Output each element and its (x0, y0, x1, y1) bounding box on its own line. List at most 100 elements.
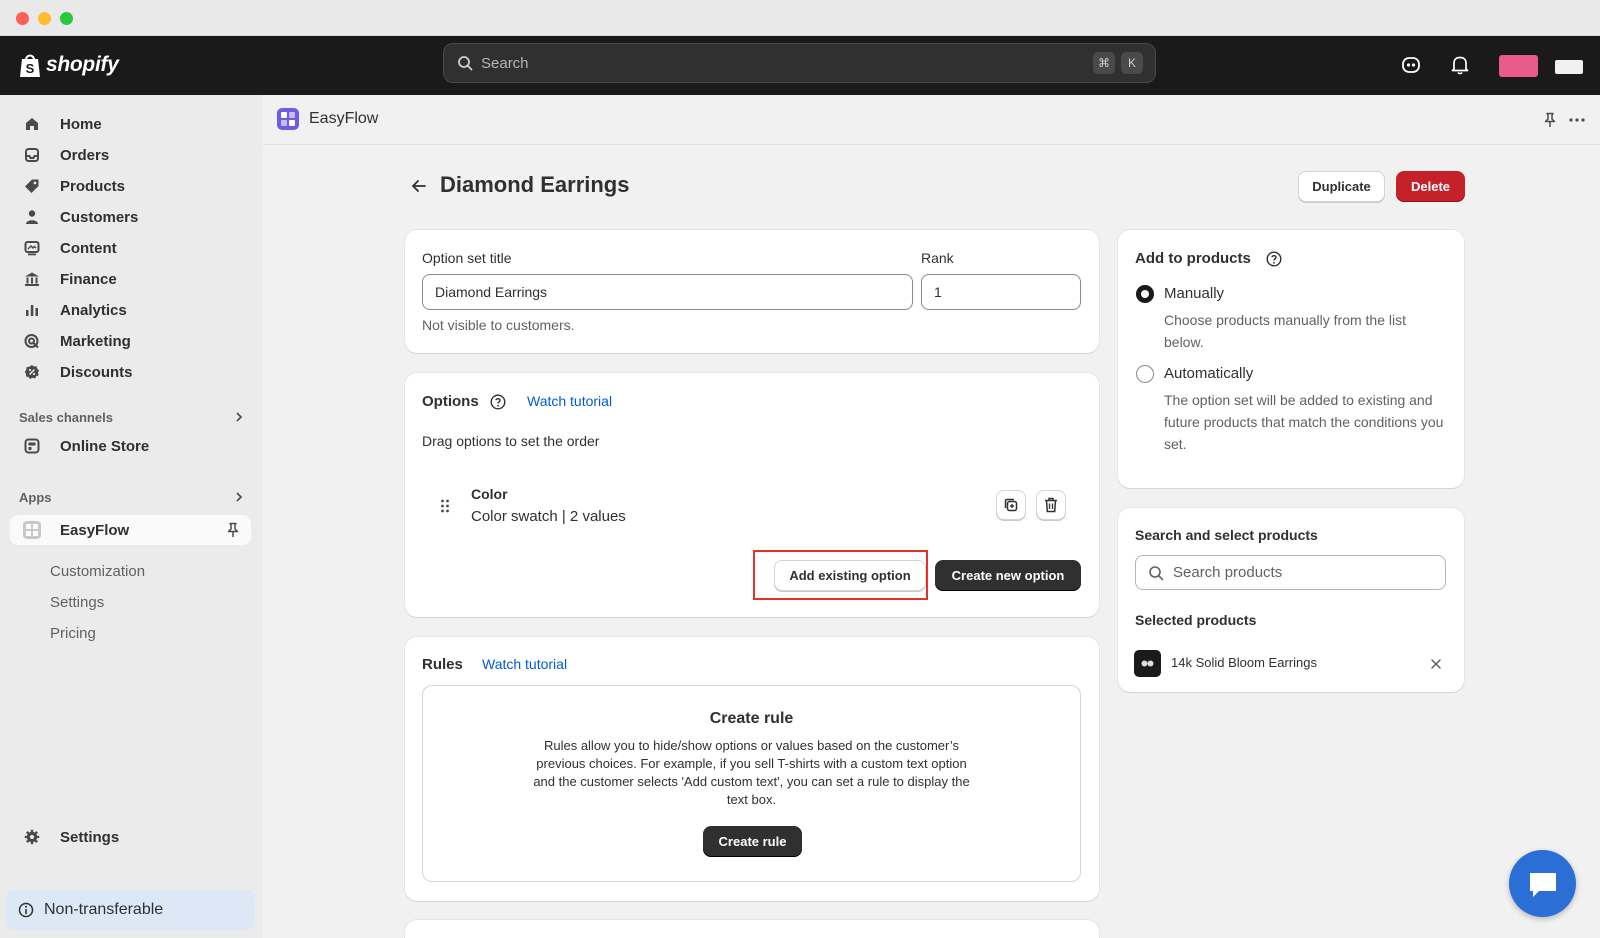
sidebar-item-settings[interactable]: Settings (10, 822, 251, 852)
sidebar-item-label: Online Store (60, 437, 150, 455)
rank-input[interactable]: 1 (921, 274, 1081, 310)
delete-option-button[interactable] (1036, 490, 1066, 520)
easyflow-logo (277, 108, 299, 130)
sidebar-item-label: Home (60, 115, 102, 133)
pin-icon[interactable] (226, 522, 240, 538)
automatically-label: Automatically (1164, 365, 1254, 382)
automatically-radio[interactable] (1136, 365, 1154, 383)
product-search-placeholder: Search products (1173, 564, 1283, 581)
sidebar-item-content[interactable]: Content (10, 233, 251, 263)
rank-label: Rank (921, 250, 954, 266)
home-icon (22, 114, 42, 134)
search-icon (1149, 565, 1164, 580)
sidekick-icon (1402, 57, 1420, 73)
rules-heading: Rules (422, 656, 463, 673)
sidebar-item-label: Orders (60, 146, 110, 164)
sales-channels-label: Sales channels (19, 410, 113, 425)
window-close-button[interactable] (16, 12, 29, 25)
sidebar-item-discounts[interactable]: Discounts (10, 357, 251, 387)
orders-icon (22, 145, 42, 165)
top-bar: S shopify Search ⌘ K (0, 36, 1600, 95)
search-icon (458, 56, 473, 71)
product-search-input[interactable]: Search products (1135, 555, 1446, 590)
duplicate-option-button[interactable] (996, 490, 1026, 520)
manually-label: Manually (1164, 285, 1225, 302)
pin-icon[interactable] (1543, 112, 1557, 128)
window-chrome (0, 0, 1600, 36)
window-maximize-button[interactable] (60, 12, 73, 25)
sidekick-button[interactable] (1398, 52, 1424, 78)
sidebar-item-easyflow[interactable]: EasyFlow (10, 515, 251, 545)
window-minimize-button[interactable] (38, 12, 51, 25)
sidebar-item-customers[interactable]: Customers (10, 202, 251, 232)
sidebar-item-online-store[interactable]: Online Store (10, 431, 251, 461)
manually-radio[interactable] (1136, 285, 1154, 303)
next-card-partial (405, 920, 1099, 938)
svg-text:S: S (26, 61, 35, 76)
selected-product-name: 14k Solid Bloom Earrings (1171, 655, 1317, 670)
more-options-icon[interactable] (1568, 117, 1586, 123)
chevron-right-icon[interactable] (234, 491, 244, 503)
sidebar: Home Orders Products Customers Content F… (0, 95, 263, 938)
gear-icon (22, 827, 42, 847)
shopify-wordmark: shopify (46, 53, 119, 76)
sidebar-item-marketing[interactable]: Marketing (10, 326, 251, 356)
create-rule-button[interactable]: Create rule (703, 826, 802, 857)
highlight-box (753, 550, 928, 600)
trash-icon (1045, 497, 1057, 513)
selected-products-heading: Selected products (1135, 612, 1257, 628)
notifications-button[interactable] (1447, 52, 1473, 78)
sidebar-subitem-customization[interactable]: Customization (50, 563, 145, 580)
option-set-title-input[interactable]: Diamond Earrings (422, 274, 913, 310)
create-rule-description: Rules allow you to hide/show options or … (533, 738, 970, 807)
sidebar-item-label: Finance (60, 270, 117, 288)
sidebar-subitem-pricing[interactable]: Pricing (50, 625, 96, 642)
target-icon (22, 331, 42, 351)
info-icon (18, 902, 34, 918)
option-item-meta: Color swatch | 2 values (471, 508, 626, 525)
sidebar-item-label: Settings (60, 828, 120, 846)
sidebar-subitem-settings[interactable]: Settings (50, 594, 104, 611)
help-icon[interactable] (1266, 251, 1282, 267)
manually-description: Choose products manually from the list b… (1164, 312, 1406, 350)
bank-icon (22, 269, 42, 289)
chat-button[interactable] (1509, 850, 1576, 917)
rules-watch-tutorial-link[interactable]: Watch tutorial (482, 656, 567, 672)
drag-handle-icon[interactable] (440, 498, 450, 514)
app-name: EasyFlow (309, 110, 379, 127)
delete-button[interactable]: Delete (1396, 171, 1465, 202)
shopify-logo[interactable]: S shopify (18, 48, 119, 82)
sidebar-item-analytics[interactable]: Analytics (10, 295, 251, 325)
duplicate-button[interactable]: Duplicate (1298, 171, 1385, 202)
non-transferable-label: Non-transferable (44, 901, 164, 918)
tag-icon (22, 176, 42, 196)
chat-icon (1529, 872, 1556, 897)
user-avatar[interactable] (1555, 60, 1583, 74)
product-thumbnail (1134, 650, 1161, 677)
sidebar-item-label: Products (60, 177, 126, 195)
non-transferable-banner[interactable]: Non-transferable (6, 890, 255, 930)
sidebar-item-label: Discounts (60, 363, 133, 381)
sidebar-item-products[interactable]: Products (10, 171, 251, 201)
page-title: Diamond Earrings (440, 172, 630, 197)
chevron-right-icon[interactable] (234, 411, 244, 423)
store-avatar[interactable] (1499, 55, 1538, 77)
help-icon[interactable] (490, 394, 506, 410)
search-placeholder: Search (481, 54, 529, 72)
copy-icon (1004, 498, 1018, 512)
options-watch-tutorial-link[interactable]: Watch tutorial (527, 393, 612, 409)
apps-label: Apps (19, 490, 52, 505)
remove-product-icon[interactable] (1430, 658, 1442, 670)
add-to-products-heading: Add to products (1135, 250, 1251, 267)
sidebar-item-orders[interactable]: Orders (10, 140, 251, 170)
option-item-name: Color (471, 486, 508, 502)
sidebar-item-home[interactable]: Home (10, 109, 251, 139)
create-rule-title: Create rule (709, 710, 794, 727)
global-search-input[interactable]: Search ⌘ K (443, 43, 1156, 83)
title-help-text: Not visible to customers. (422, 317, 575, 333)
create-new-option-button[interactable]: Create new option (935, 560, 1081, 591)
sidebar-item-finance[interactable]: Finance (10, 264, 251, 294)
automatically-description: The option set will be added to existing… (1164, 392, 1444, 452)
back-arrow-icon[interactable] (409, 176, 429, 196)
drag-hint: Drag options to set the order (422, 433, 600, 449)
